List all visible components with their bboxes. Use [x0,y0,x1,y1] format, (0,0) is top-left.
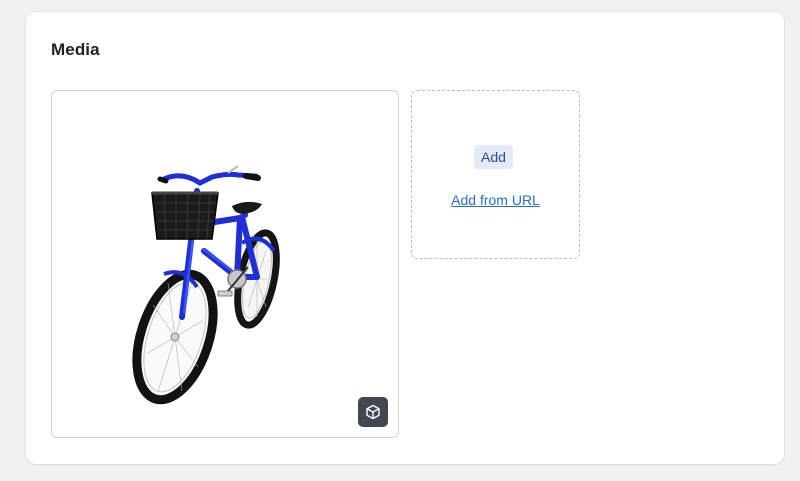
media-thumbnail[interactable] [51,90,399,438]
bicycle-image [132,165,280,405]
3d-model-icon [366,404,380,420]
add-media-button[interactable]: Add [474,145,513,169]
add-from-url-link[interactable]: Add from URL [412,192,579,208]
3d-model-badge[interactable] [358,397,388,427]
media-dropzone[interactable]: Add Add from URL [411,90,580,259]
card-title: Media [51,40,100,59]
media-card: Media Add Add from URL [26,12,784,464]
